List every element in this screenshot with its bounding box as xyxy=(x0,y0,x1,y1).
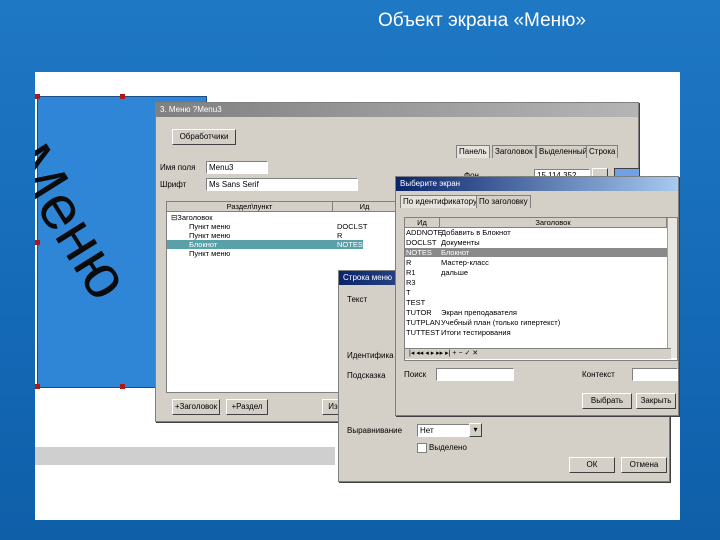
add-header-button[interactable]: +Заголовок xyxy=(172,399,220,415)
font-label: Шрифт xyxy=(160,180,187,189)
resize-handle[interactable] xyxy=(35,94,40,99)
tree-item[interactable]: ⊟Заголовок xyxy=(167,213,397,222)
column-header-id[interactable]: Ид xyxy=(333,202,397,212)
tree-item[interactable]: Пункт меню xyxy=(167,249,397,258)
tab-panel[interactable]: Панель xyxy=(456,145,490,158)
tree-item[interactable]: Пункт меню DOCLST xyxy=(167,222,397,231)
column-header-section[interactable]: Раздел\пункт xyxy=(167,202,333,212)
navigation-bar[interactable]: |◂ ◂◂ ◂ ▸ ▸▸ ▸| + − ✓ ✕ xyxy=(405,348,671,359)
slide-title: Объект экрана «Меню» xyxy=(378,10,586,31)
list-item[interactable]: TUTPLAN Учебный план (только гипертекст) xyxy=(405,318,667,327)
list-item[interactable]: DOCLST Документы xyxy=(405,238,667,247)
cancel-button[interactable]: Отмена xyxy=(621,457,667,473)
highlight-label: Выделено xyxy=(429,443,467,452)
canvas-bottom-strip xyxy=(35,447,335,465)
list-item[interactable]: ADDNOTE Добавить в Блокнот xyxy=(405,228,667,237)
tab-by-id[interactable]: По идентификатору xyxy=(400,195,480,208)
list-item[interactable]: R Мастер-класс xyxy=(405,258,667,267)
highlight-checkbox[interactable] xyxy=(417,443,427,453)
list-item[interactable]: R3 xyxy=(405,278,667,287)
tab-by-title[interactable]: По заголовку xyxy=(476,195,531,208)
context-input[interactable] xyxy=(632,368,678,381)
name-label: Имя поля xyxy=(160,163,196,172)
select-screen-titlebar[interactable]: Выберите экран xyxy=(396,177,678,191)
list-scrollbar[interactable] xyxy=(667,218,677,358)
chevron-down-icon[interactable]: ▾ xyxy=(469,423,482,437)
resize-handle[interactable] xyxy=(35,240,40,245)
resize-handle[interactable] xyxy=(35,384,40,389)
screen-list[interactable]: Ид Заголовок ADDNOTE Добавить в Блокнот D… xyxy=(404,217,678,361)
choose-button[interactable]: Выбрать xyxy=(582,393,632,409)
list-item[interactable]: TUTTEST Итоги тестирования xyxy=(405,328,667,337)
list-item[interactable]: R1 дальше xyxy=(405,268,667,277)
handlers-button[interactable]: Обработчики xyxy=(172,129,236,145)
list-item[interactable]: TUTOR Экран преподавателя xyxy=(405,308,667,317)
align-label: Выравнивание xyxy=(347,426,403,435)
context-label: Контекст xyxy=(582,370,615,379)
list-item[interactable]: T xyxy=(405,288,667,297)
add-section-button[interactable]: +Раздел xyxy=(226,399,268,415)
hint-label: Подсказка xyxy=(347,371,386,380)
text-label: Текст xyxy=(347,295,368,304)
font-field[interactable]: Ms Sans Serif xyxy=(206,178,358,191)
tree-item-selected[interactable]: Блокнот NOTES xyxy=(167,240,363,249)
list-item-selected[interactable]: NOTES Блокнот xyxy=(405,248,667,257)
ok-button[interactable]: ОК xyxy=(569,457,615,473)
select-screen-window: Выберите экран По идентификатору По заго… xyxy=(395,176,679,416)
tab-line[interactable]: Строка xyxy=(586,145,619,158)
name-field[interactable]: Menu3 xyxy=(206,161,268,174)
menu-window-titlebar[interactable]: 3. Меню ?Menu3 xyxy=(156,103,638,117)
tab-selected[interactable]: Выделенный xyxy=(536,145,591,158)
resize-handle[interactable] xyxy=(120,384,125,389)
screenshot-area: Меню 3. Меню ?Menu3 Обработчики Имя поля… xyxy=(35,72,680,520)
resize-handle[interactable] xyxy=(120,94,125,99)
align-select[interactable]: Нет xyxy=(417,424,471,437)
column-header-title[interactable]: Заголовок xyxy=(440,218,667,228)
column-header-id[interactable]: Ид xyxy=(405,218,440,228)
id-label: Идентифика xyxy=(347,351,394,360)
tree-item[interactable]: Пункт меню R xyxy=(167,231,397,240)
search-input[interactable] xyxy=(436,368,514,381)
list-item[interactable]: TEST xyxy=(405,298,667,307)
search-label: Поиск xyxy=(404,370,427,379)
tab-header[interactable]: Заголовок xyxy=(492,145,536,158)
close-button[interactable]: Закрыть xyxy=(636,393,676,409)
